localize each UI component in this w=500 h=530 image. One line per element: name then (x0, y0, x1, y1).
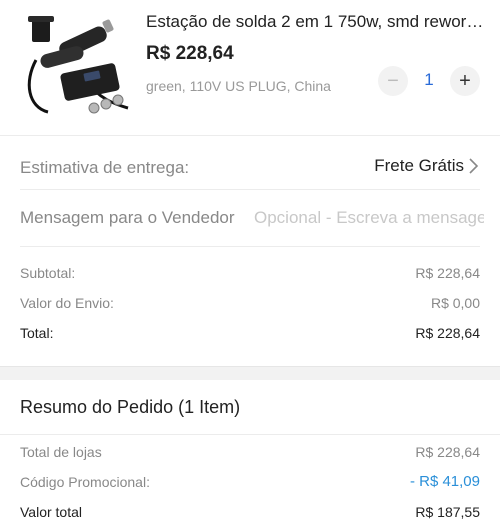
promo-code-value: - R$ 41,09 (409, 473, 480, 490)
subtotal-label: Subtotal: (20, 265, 76, 281)
delivery-value: Frete Grátis (374, 156, 464, 175)
plus-icon: + (459, 69, 471, 92)
promo-code-row: Código Promocional: - R$ 41,09 (20, 473, 480, 490)
shipping-value: R$ 0,00 (430, 295, 480, 311)
quantity-value: 1 (424, 70, 434, 89)
divider (0, 434, 500, 435)
chevron-right-icon (469, 158, 479, 174)
divider (0, 135, 500, 136)
subtotal-row: Subtotal: R$ 228,64 (20, 265, 480, 281)
order-summary-title: Resumo do Pedido (1 Item) (20, 397, 241, 417)
delivery-row[interactable]: Estimativa de entrega: Frete Grátis (0, 148, 500, 186)
promo-code-label: Código Promocional: (20, 474, 150, 490)
divider (20, 246, 480, 247)
section-separator (0, 366, 500, 380)
seller-message-input[interactable]: Opcional - Escreva a mensage (254, 208, 484, 228)
stores-total-value: R$ 228,64 (415, 444, 480, 460)
shipping-row: Valor do Envio: R$ 0,00 (20, 295, 480, 311)
grand-total-value: R$ 187,55 (415, 504, 480, 520)
product-thumbnail[interactable] (18, 12, 132, 120)
seller-message-label: Mensagem para o Vendedor (20, 208, 235, 227)
stores-total-label: Total de lojas (20, 444, 102, 460)
delivery-label: Estimativa de entrega: (20, 158, 190, 177)
total-row: Total: R$ 228,64 (20, 325, 480, 341)
quantity-increase-button[interactable]: + (450, 66, 480, 96)
product-title[interactable]: Estação de solda 2 em 1 750w, smd rewor… (146, 12, 486, 32)
seller-message-row: Mensagem para o Vendedor Opcional - Escr… (0, 198, 500, 236)
product-item: Estação de solda 2 em 1 750w, smd rewor…… (0, 0, 500, 130)
grand-total-row: Valor total R$ 187,55 (20, 504, 480, 520)
total-value: R$ 228,64 (415, 325, 480, 341)
product-price: R$ 228,64 (146, 43, 234, 64)
shipping-label: Valor do Envio: (20, 295, 114, 311)
minus-icon: − (387, 69, 399, 92)
grand-total-label: Valor total (20, 504, 82, 520)
subtotal-value: R$ 228,64 (415, 265, 480, 281)
stores-total-row: Total de lojas R$ 228,64 (20, 444, 480, 460)
quantity-decrease-button[interactable]: − (378, 66, 408, 96)
divider (20, 189, 480, 190)
total-label: Total: (20, 325, 54, 341)
product-variant: green, 110V US PLUG, China (146, 78, 331, 94)
